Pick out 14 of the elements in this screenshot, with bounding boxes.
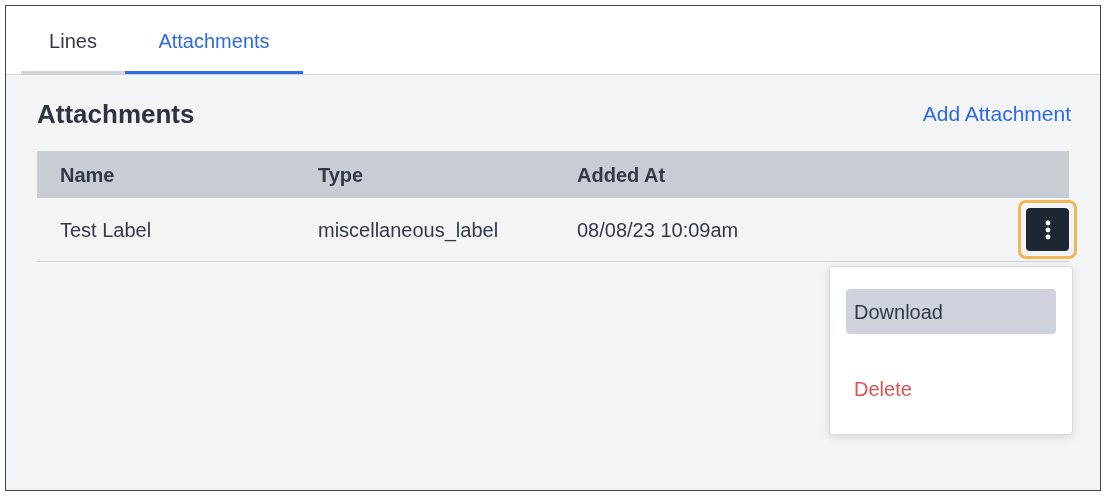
- tab[interactable]: Attachments: [125, 24, 303, 74]
- tab[interactable]: Lines: [21, 24, 125, 74]
- column-header: Type: [317, 162, 365, 188]
- menu-item[interactable]: Delete: [846, 366, 1056, 411]
- kebab-icon: [1044, 219, 1051, 240]
- column-header: Added At: [576, 162, 667, 188]
- menu-item[interactable]: Download: [846, 289, 1056, 334]
- table-cell-text: Test Label: [59, 217, 153, 243]
- add-attachment-link[interactable]: Add Attachment: [922, 98, 1071, 130]
- table-cell-text: 08/08/23 10:09am: [576, 217, 740, 243]
- table-cell-text: miscellaneous_label: [317, 217, 500, 244]
- more-options-button[interactable]: [1018, 200, 1077, 259]
- column-header: Name: [59, 162, 116, 188]
- section-title: Attachments: [37, 97, 195, 131]
